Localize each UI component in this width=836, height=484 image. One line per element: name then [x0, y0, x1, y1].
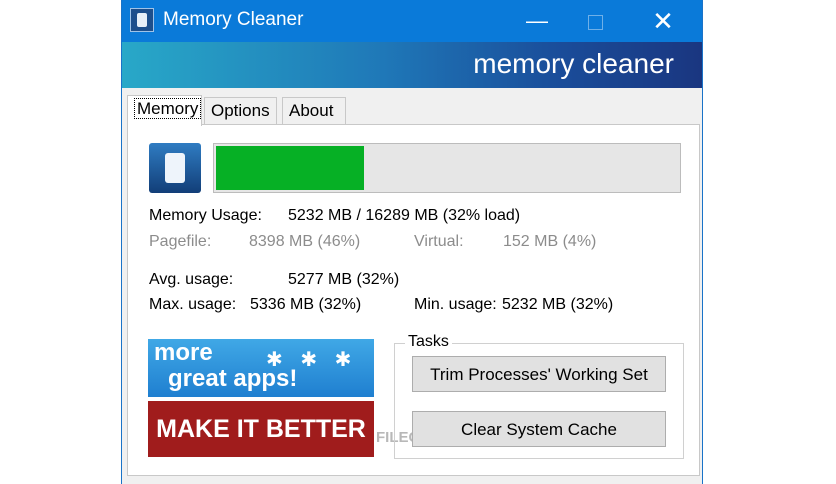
clear-system-cache-button[interactable]: Clear System Cache [412, 411, 666, 447]
header-banner: memory cleaner [122, 42, 702, 88]
tab-about[interactable]: About [282, 97, 346, 125]
tab-memory-label: Memory [134, 98, 202, 119]
memory-tab-panel: Memory Usage: 5232 MB / 16289 MB (32% lo… [127, 124, 700, 476]
minimize-button[interactable]: — [514, 0, 560, 42]
tab-memory[interactable]: Memory [127, 95, 202, 126]
trim-working-set-button[interactable]: Trim Processes' Working Set [412, 356, 666, 392]
min-usage-label: Min. usage: [414, 296, 497, 313]
memory-load-fill [216, 146, 364, 190]
memory-chip-icon [130, 8, 154, 32]
virtual-label: Virtual: [414, 233, 464, 250]
window-title: Memory Cleaner [163, 9, 304, 30]
memory-usage-value: 5232 MB / 16289 MB (32% load) [288, 207, 521, 224]
make-it-better-banner[interactable]: MAKE IT BETTER [148, 401, 374, 457]
tasks-legend: Tasks [405, 333, 452, 351]
snowflake-icon: ✱ ✱ ✱ [266, 349, 358, 371]
min-usage-value: 5232 MB (32%) [502, 296, 614, 313]
avg-usage-value: 5277 MB (32%) [288, 271, 400, 288]
maximize-icon [587, 14, 603, 30]
title-bar[interactable]: Memory Cleaner — ✕ [122, 0, 702, 42]
tasks-group: Tasks Trim Processes' Working Set Clear … [394, 333, 684, 459]
maximize-button[interactable] [572, 0, 618, 42]
more-apps-line1: more [154, 339, 213, 366]
memory-usage-label: Memory Usage: [149, 207, 262, 224]
max-usage-label: Max. usage: [149, 296, 237, 313]
pagefile-label: Pagefile: [149, 233, 212, 250]
close-button[interactable]: ✕ [640, 0, 686, 42]
avg-usage-label: Avg. usage: [149, 271, 234, 288]
tab-options[interactable]: Options [204, 97, 277, 125]
virtual-value: 152 MB (4%) [503, 233, 597, 250]
more-apps-banner[interactable]: more great apps! ✱ ✱ ✱ [148, 339, 374, 397]
pagefile-value: 8398 MB (46%) [249, 233, 361, 250]
banner-title: memory cleaner [473, 48, 674, 79]
memory-module-icon [149, 143, 201, 193]
memory-load-bar [213, 143, 681, 193]
max-usage-value: 5336 MB (32%) [250, 296, 362, 313]
memory-cleaner-window: Memory Cleaner — ✕ memory cleaner Memory… [121, 0, 703, 484]
